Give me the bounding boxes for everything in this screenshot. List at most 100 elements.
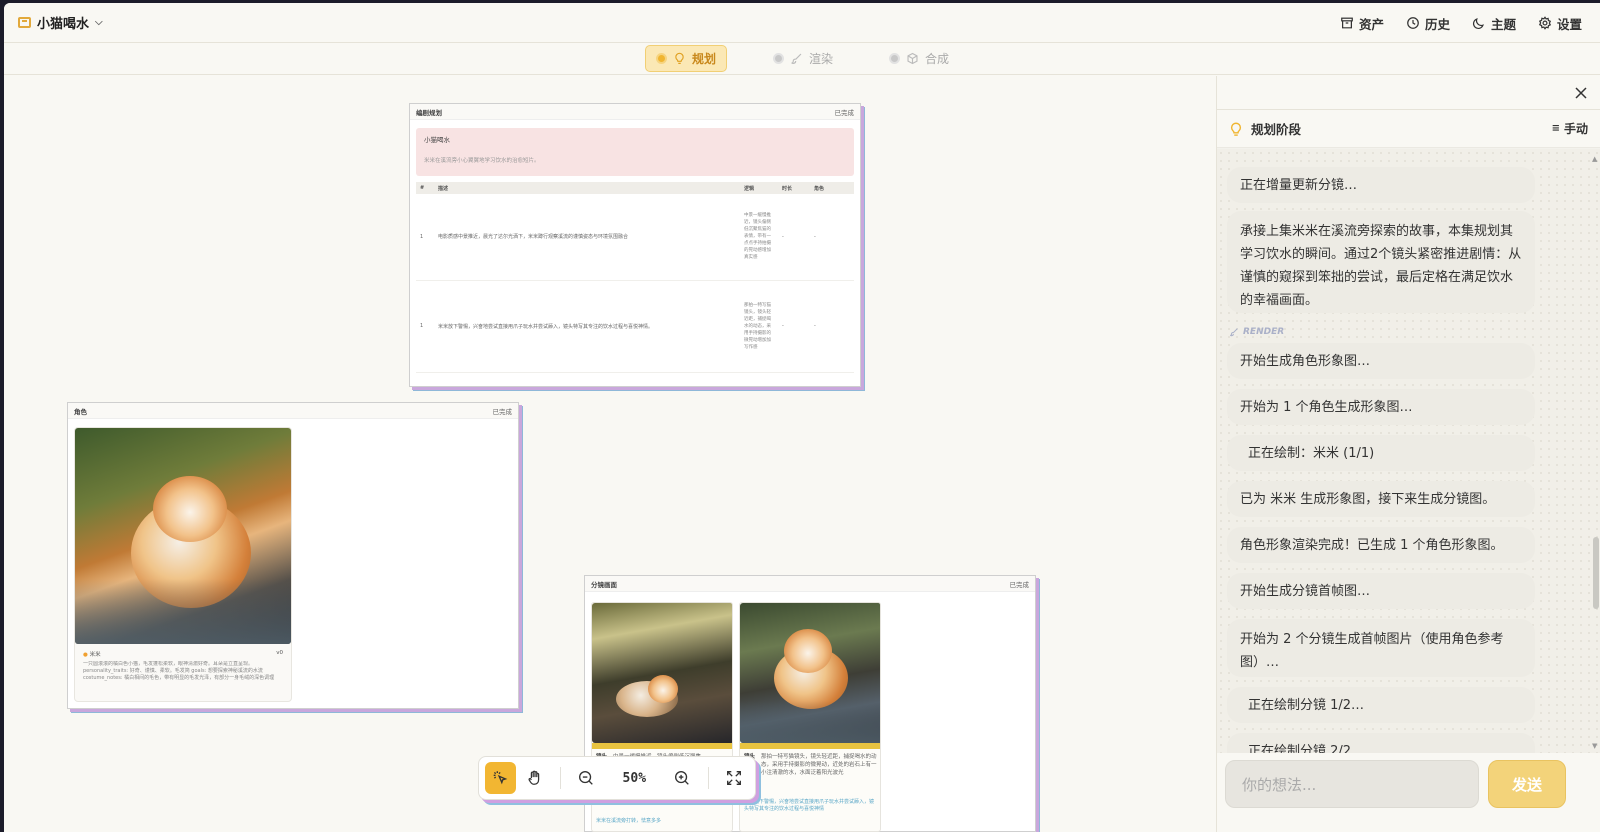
chevron-down-icon: ⌵ xyxy=(95,17,103,28)
scrollbar-thumb[interactable] xyxy=(1593,537,1599,609)
row-role: - xyxy=(810,194,854,281)
fullscreen-icon xyxy=(726,771,741,785)
bulb-icon xyxy=(675,52,684,64)
message-bubble: 开始为 2 个分镜生成首帧图片（使用角色参考图）… xyxy=(1227,619,1535,677)
message-input[interactable]: 你的想法... xyxy=(1225,760,1479,808)
card-status: 已完成 xyxy=(492,407,513,416)
zoom-level: 50% xyxy=(622,770,647,786)
message-bubble: 角色形象渲染完成！已生成 1 个角色形象图。 xyxy=(1227,527,1535,563)
phase-title: 规划阶段 xyxy=(1251,122,1302,137)
film-icon xyxy=(18,17,31,28)
clock-icon xyxy=(1407,17,1419,29)
scrollbar[interactable]: ▲ ▼ xyxy=(1592,155,1599,752)
row-desc: 电影质感中景推近，晨光了达尔光洒下，米米蹲行观察溪流的谨慎姿态与环境氛围融合 xyxy=(434,194,740,281)
storyboard-frame[interactable]: 镜头 那拍一特写猫镜头，镜头轻近距，捕捉喝水的动态，采用手持摄影的微晃动，近处的… xyxy=(739,602,881,832)
frame-status-bar xyxy=(740,743,880,749)
message-bubble: 正在增量更新分镜… xyxy=(1227,167,1535,203)
message-bubble: 正在绘制：米米 (1/1) xyxy=(1227,435,1535,471)
message-bubble: 承接上集米米在溪流旁探索的故事，本集规划其学习饮水的瞬间。通过2个镜头紧密推进剧… xyxy=(1227,211,1535,313)
scroll-up-icon[interactable]: ▲ xyxy=(1592,155,1597,163)
stage-compose[interactable]: 合成 xyxy=(879,46,959,71)
frame-info: 镜头 那拍一特写猫镜头，镜头轻近距，捕捉喝水的动态，采用手持摄影的微晃动，近处的… xyxy=(744,753,878,777)
message-bubble: 已为 米米 生成形象图，接下来生成分镜图。 xyxy=(1227,481,1535,517)
settings-button[interactable]: 设置 xyxy=(1538,14,1582,33)
card-status: 已完成 xyxy=(1009,580,1030,589)
stage-status-dot xyxy=(889,53,900,64)
canvas[interactable]: 编剧规划 已完成 小猫喝水 米米在溪流旁小心翼翼地学习饮水的治愈短片。 # 描述… xyxy=(4,76,1216,832)
card-header: 角色 已完成 xyxy=(68,403,518,419)
character-description: 一只圆滚滚的橘白色小猫，毛发蓬松柔软，眼神清澈好奇。耳朵是立直呈现。person… xyxy=(83,661,275,681)
frame-image xyxy=(740,603,880,743)
shot-table: # 描述 逻辑 时长 角色 1 电影质感中景推近，晨光了达尔光洒下，米米蹲行观察… xyxy=(416,182,854,373)
message-bubble: 开始为 1 个角色生成形象图… xyxy=(1227,389,1535,425)
stage-plan-label: 规划 xyxy=(691,52,716,66)
character-name-wrap: ● 米米 xyxy=(83,650,101,658)
toolbar-divider xyxy=(707,767,709,789)
history-button[interactable]: 历史 xyxy=(1406,14,1450,33)
zoom-in-button[interactable] xyxy=(667,762,698,794)
message-bubble: 开始生成分镜首帧图… xyxy=(1227,573,1535,609)
render-tag-label: RENDER xyxy=(1243,327,1285,337)
message-list[interactable]: 正在增量更新分镜… 承接上集米米在溪流旁探索的故事，本集规划其学习饮水的瞬间。通… xyxy=(1217,149,1600,753)
project-name: 小猫喝水 xyxy=(37,17,90,32)
row-logic: 那拍一特写猫镜头，镜头轻近距，捕捉喝水的动态，采用手持摄影的微晃动增加加写作感 xyxy=(740,280,778,373)
moon-icon xyxy=(1472,18,1484,29)
panel-top-bar xyxy=(1217,76,1600,110)
bulb-icon xyxy=(1230,122,1242,136)
status-dot-icon: ● xyxy=(83,652,88,658)
table-row[interactable]: 1 米米放下警惕，兴奋地尝试直接用爪子玩水并尝试舔入，镜头特写其专注的饮水过程与… xyxy=(416,280,854,373)
scroll-down-icon[interactable]: ▼ xyxy=(1592,742,1597,750)
row-role: - xyxy=(810,280,854,373)
card-title: 角色 xyxy=(74,407,87,416)
project-selector[interactable]: 小猫喝水 ⌵ xyxy=(18,13,103,32)
stage-bar: 规划 渲染 合成 xyxy=(4,43,1600,75)
card-status: 已完成 xyxy=(834,108,855,117)
select-tool-button[interactable] xyxy=(485,762,516,794)
cat-head xyxy=(648,675,678,703)
plan-card[interactable]: 编剧规划 已完成 小猫喝水 米米在溪流旁小心翼翼地学习饮水的治愈短片。 # 描述… xyxy=(409,103,861,387)
character-meta: ● 米米 v0 xyxy=(83,650,283,658)
card-header: 编剧规划 已完成 xyxy=(410,104,860,120)
table-row[interactable]: 1 电影质感中景推近，晨光了达尔光洒下，米米蹲行观察溪流的谨慎姿态与环境氛围融合… xyxy=(416,194,854,281)
hand-icon xyxy=(528,770,540,785)
frame-note: 米米放下警惕，兴奋地尝试直接用爪子玩水并尝试舔入，镜头特写其专注的饮水过程与喜悦… xyxy=(744,799,875,812)
episode-summary: 小猫喝水 米米在溪流旁小心翼翼地学习饮水的治愈短片。 xyxy=(416,128,854,176)
zoom-out-button[interactable] xyxy=(571,762,602,794)
character-name: 米米 xyxy=(89,652,101,658)
row-duration: - xyxy=(778,280,810,373)
brush-icon xyxy=(1230,328,1238,337)
pan-tool-button[interactable] xyxy=(520,762,551,794)
top-bar: 小猫喝水 ⌵ 资产 历史 主题 设置 xyxy=(4,3,1600,43)
card-title: 编剧规划 xyxy=(416,108,442,117)
archive-icon xyxy=(1341,17,1353,29)
frame-note: 米米在溪流旁打转，怯意多多 xyxy=(596,818,662,824)
fit-screen-button[interactable] xyxy=(718,762,749,794)
row-logic: 中景一缓慢推近，镜头偏侧低沉聚焦猫的表情，带有一点点手持拍摄的晃动感增加真实感 xyxy=(740,194,778,281)
close-icon[interactable] xyxy=(1574,86,1588,100)
theme-button[interactable]: 主题 xyxy=(1472,14,1516,33)
character-image xyxy=(75,428,291,644)
cube-icon xyxy=(907,52,918,65)
col-logic: 逻辑 xyxy=(740,182,778,194)
mode-toggle[interactable]: ≡ 手动 xyxy=(1552,120,1588,137)
stage-render-label: 渲染 xyxy=(808,52,833,66)
stage-plan[interactable]: 规划 xyxy=(644,45,727,72)
stage-status-dot xyxy=(655,53,667,64)
assistant-panel: 规划阶段 ≡ 手动 正在增量更新分镜… 承接上集米米在溪流旁探索的故事，本集规划… xyxy=(1216,76,1600,832)
assets-button[interactable]: 资产 xyxy=(1340,14,1384,33)
role-card[interactable]: 角色 已完成 ● 米米 v0 一只圆滚滚的橘白色小猫，毛发蓬松柔软，眼神清澈好奇… xyxy=(67,402,519,709)
send-button[interactable]: 发送 xyxy=(1488,760,1566,808)
theme-label: 主题 xyxy=(1490,16,1516,32)
character-tile[interactable]: ● 米米 v0 一只圆滚滚的橘白色小猫，毛发蓬松柔软，眼神清澈好奇。耳朵是立直呈… xyxy=(74,427,292,702)
stage-render[interactable]: 渲染 xyxy=(763,46,843,71)
message-bubble: 正在绘制分镜 1/2… xyxy=(1227,687,1535,723)
mode-label: 手动 xyxy=(1563,122,1588,136)
row-desc: 米米放下警惕，兴奋地尝试直接用爪子玩水并尝试舔入，镜头特写其专注的饮水过程与喜悦… xyxy=(434,280,740,373)
brush-icon xyxy=(791,53,802,64)
water xyxy=(740,701,880,743)
episode-description: 米米在溪流旁小心翼翼地学习饮水的治愈短片。 xyxy=(424,158,540,164)
stage-status-dot xyxy=(772,53,784,64)
message-bubble: 开始生成角色形象图… xyxy=(1227,343,1535,379)
col-duration: 时长 xyxy=(778,182,810,194)
composer: 你的想法... 发送 xyxy=(1217,753,1600,832)
